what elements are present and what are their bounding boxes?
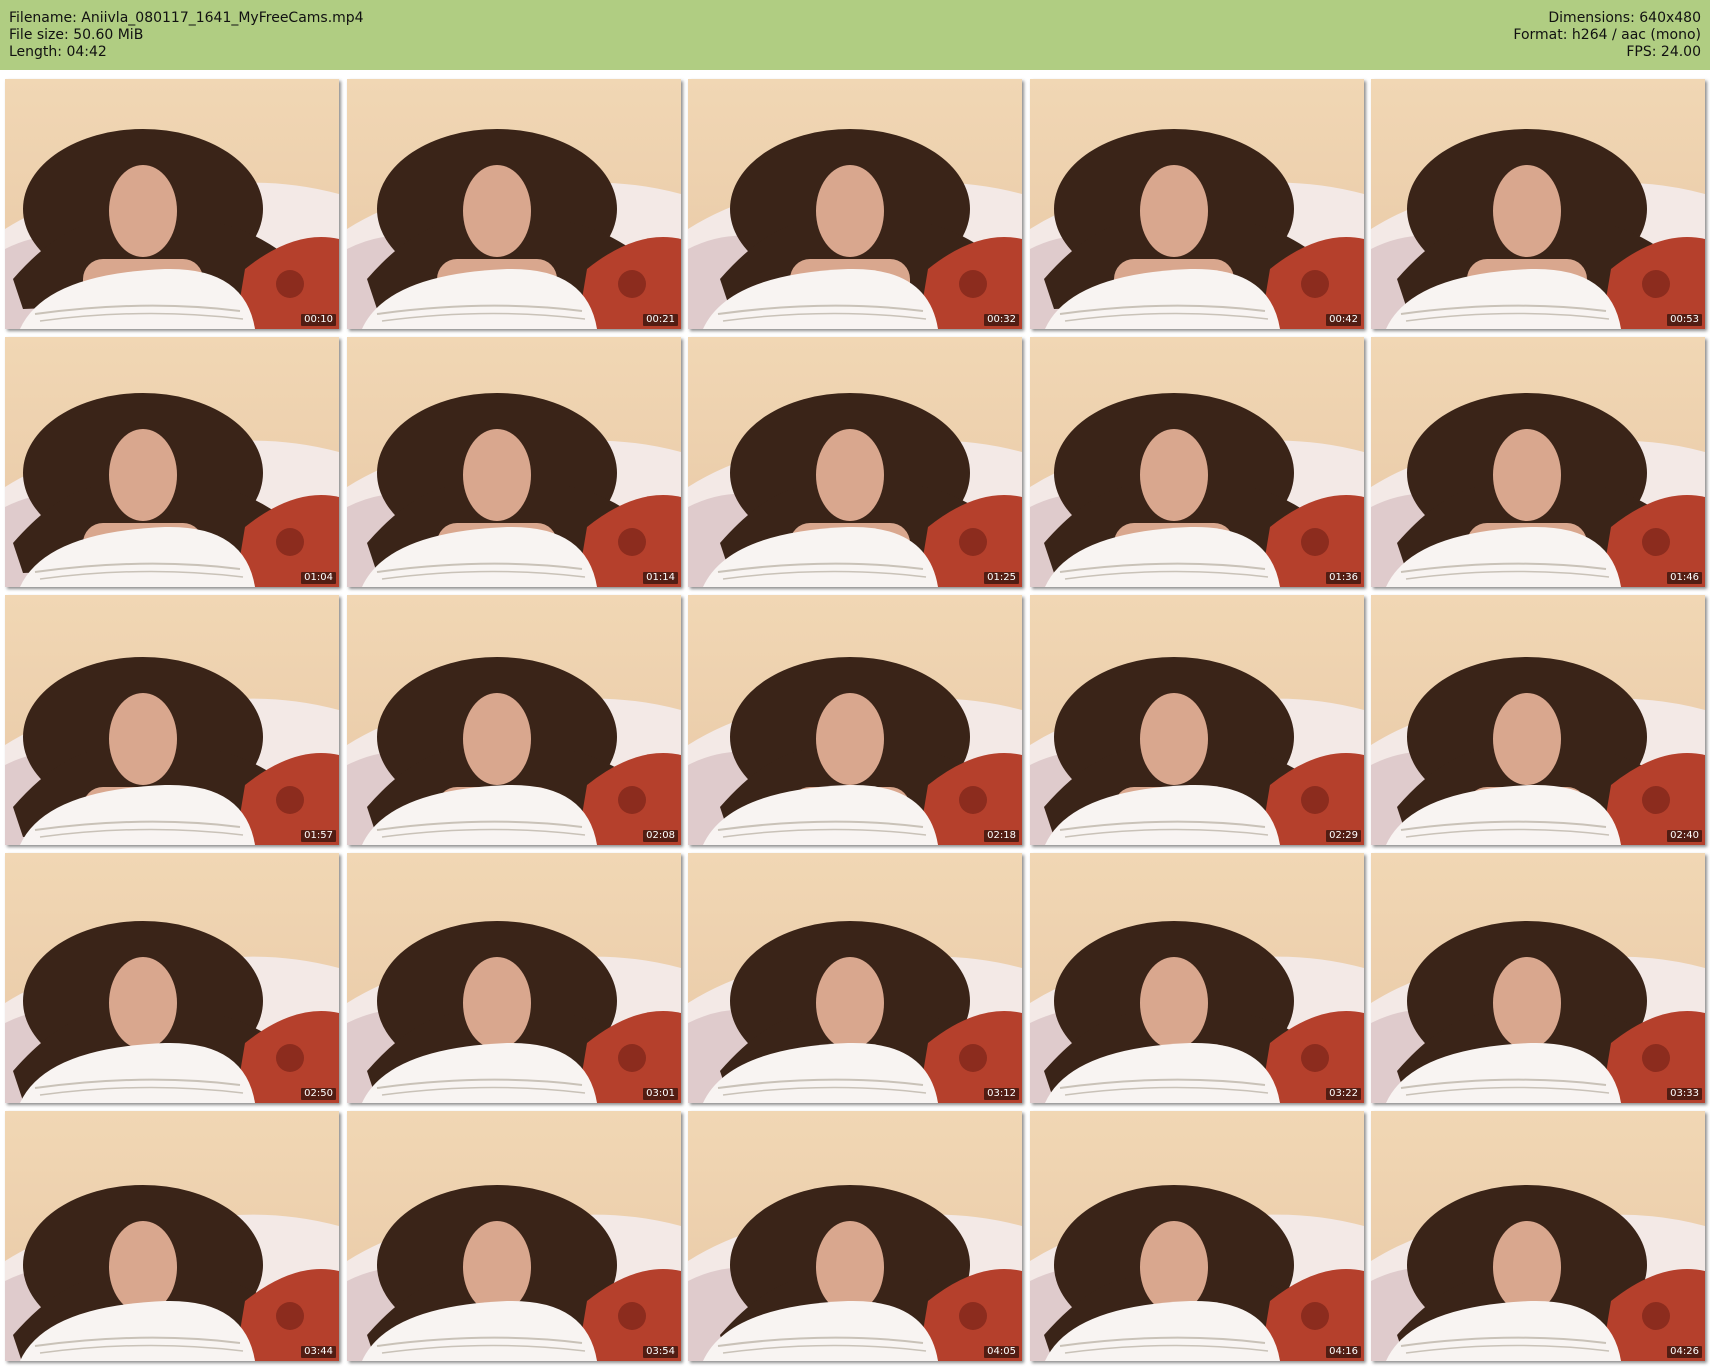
video-thumbnail: 01:25 — [688, 337, 1022, 587]
video-thumbnail: 00:53 — [1371, 79, 1705, 329]
video-thumbnail: 03:01 — [347, 853, 681, 1103]
timestamp-label: 02:29 — [1326, 830, 1361, 842]
timestamp-label: 01:36 — [1326, 572, 1361, 584]
video-thumbnail: 02:40 — [1371, 595, 1705, 845]
video-thumbnail: 04:26 — [1371, 1111, 1705, 1361]
frame-image — [1371, 337, 1705, 587]
video-thumbnail: 01:36 — [1030, 337, 1364, 587]
frame-image — [1030, 79, 1364, 329]
frame-image — [347, 79, 681, 329]
frame-image — [347, 1111, 681, 1361]
video-thumbnail: 04:16 — [1030, 1111, 1364, 1361]
timestamp-label: 01:46 — [1667, 572, 1702, 584]
video-thumbnail: 03:33 — [1371, 853, 1705, 1103]
frame-image — [5, 79, 339, 329]
video-thumbnail: 02:08 — [347, 595, 681, 845]
timestamp-label: 01:04 — [301, 572, 336, 584]
timestamp-label: 03:12 — [984, 1088, 1019, 1100]
format-text: Format: h264 / aac (mono) — [1513, 27, 1701, 43]
frame-image — [1030, 337, 1364, 587]
file-size-text: File size: 50.60 MiB — [9, 27, 144, 43]
timestamp-label: 04:26 — [1667, 1346, 1702, 1358]
video-thumbnail: 02:29 — [1030, 595, 1364, 845]
length-text: Length: 04:42 — [9, 44, 107, 60]
frame-image — [1030, 853, 1364, 1103]
video-thumbnail: 00:32 — [688, 79, 1022, 329]
video-thumbnail: 03:54 — [347, 1111, 681, 1361]
video-thumbnail: 03:44 — [5, 1111, 339, 1361]
video-thumbnail: 00:42 — [1030, 79, 1364, 329]
timestamp-label: 00:53 — [1667, 314, 1702, 326]
frame-image — [347, 595, 681, 845]
video-thumbnail: 01:57 — [5, 595, 339, 845]
info-header: Filename: Aniivla_080117_1641_MyFreeCams… — [0, 0, 1710, 70]
frame-image — [1030, 595, 1364, 845]
frame-image — [1030, 1111, 1364, 1361]
frame-image — [688, 595, 1022, 845]
video-info: Dimensions: 640x480 Format: h264 / aac (… — [1513, 10, 1701, 61]
timestamp-label: 03:33 — [1667, 1088, 1702, 1100]
frame-image — [688, 337, 1022, 587]
timestamp-label: 04:16 — [1326, 1346, 1361, 1358]
video-thumbnail: 02:50 — [5, 853, 339, 1103]
thumbnail-grid: 00:10 00:21 00:32 00:42 00:53 01:04 01:14 01:25… — [5, 79, 1705, 1365]
video-thumbnail: 01:46 — [1371, 337, 1705, 587]
frame-image — [1371, 853, 1705, 1103]
timestamp-label: 03:01 — [643, 1088, 678, 1100]
timestamp-label: 00:42 — [1326, 314, 1361, 326]
fps-text: FPS: 24.00 — [1626, 44, 1701, 60]
timestamp-label: 02:40 — [1667, 830, 1702, 842]
frame-image — [688, 1111, 1022, 1361]
timestamp-label: 04:05 — [984, 1346, 1019, 1358]
frame-image — [5, 1111, 339, 1361]
frame-image — [5, 337, 339, 587]
dimensions-text: Dimensions: 640x480 — [1548, 10, 1701, 26]
video-thumbnail: 02:18 — [688, 595, 1022, 845]
timestamp-label: 00:32 — [984, 314, 1019, 326]
video-thumbnail: 01:04 — [5, 337, 339, 587]
video-thumbnail: 03:12 — [688, 853, 1022, 1103]
frame-image — [347, 337, 681, 587]
frame-image — [1371, 79, 1705, 329]
video-thumbnail: 01:14 — [347, 337, 681, 587]
timestamp-label: 01:14 — [643, 572, 678, 584]
video-thumbnail: 03:22 — [1030, 853, 1364, 1103]
frame-image — [1371, 595, 1705, 845]
video-thumbnail: 00:21 — [347, 79, 681, 329]
video-thumbnail: 00:10 — [5, 79, 339, 329]
timestamp-label: 03:54 — [643, 1346, 678, 1358]
timestamp-label: 03:22 — [1326, 1088, 1361, 1100]
timestamp-label: 00:10 — [301, 314, 336, 326]
timestamp-label: 02:18 — [984, 830, 1019, 842]
filename-text: Filename: Aniivla_080117_1641_MyFreeCams… — [9, 10, 364, 26]
frame-image — [5, 853, 339, 1103]
file-info: Filename: Aniivla_080117_1641_MyFreeCams… — [9, 10, 364, 61]
timestamp-label: 00:21 — [643, 314, 678, 326]
timestamp-label: 01:57 — [301, 830, 336, 842]
video-thumbnail: 04:05 — [688, 1111, 1022, 1361]
frame-image — [5, 595, 339, 845]
frame-image — [688, 853, 1022, 1103]
frame-image — [688, 79, 1022, 329]
timestamp-label: 03:44 — [301, 1346, 336, 1358]
frame-image — [1371, 1111, 1705, 1361]
timestamp-label: 01:25 — [984, 572, 1019, 584]
timestamp-label: 02:08 — [643, 830, 678, 842]
timestamp-label: 02:50 — [301, 1088, 336, 1100]
frame-image — [347, 853, 681, 1103]
